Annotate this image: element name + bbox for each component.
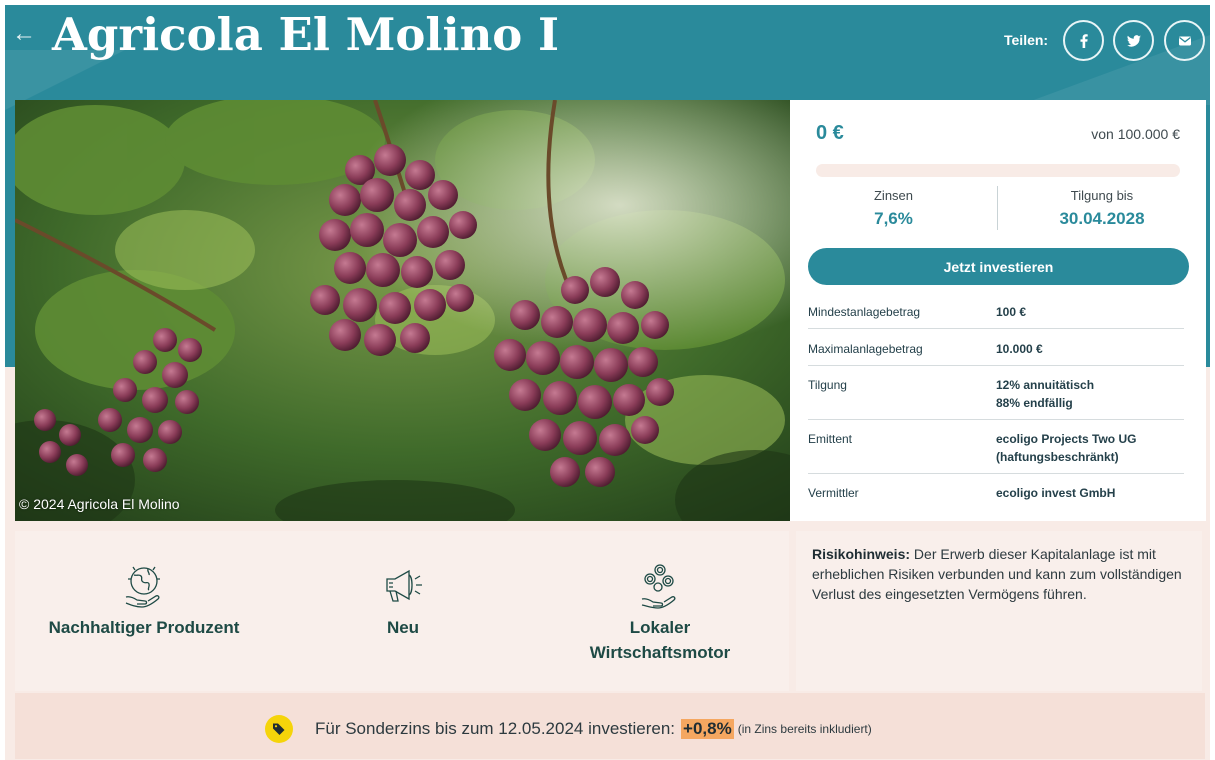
detail-value-line: ecoligo Projects Two UG (996, 432, 1137, 446)
page-title: Agricola El Molino I (52, 8, 560, 61)
detail-key: Tilgung (808, 378, 847, 392)
interest-value: 7,6% (874, 209, 913, 228)
globe-hands-icon (125, 566, 160, 608)
funding-goal: von 100.000 € (1091, 126, 1180, 142)
twitter-share-button[interactable] (1113, 20, 1154, 61)
image-copyright: © 2024 Agricola El Molino (19, 496, 180, 512)
detail-value: ecoligo Projects Two UG (haftungsbeschrä… (996, 430, 1136, 466)
mail-icon (1178, 36, 1191, 45)
facebook-share-button[interactable] (1063, 20, 1104, 61)
project-features: Nachhaltiger Produzent Neu Lokaler Wirts… (15, 531, 789, 691)
promo-bonus: +0,8% (681, 719, 734, 739)
repayment-label: Tilgung bis (1070, 188, 1134, 203)
coins-hand-icon (641, 564, 676, 609)
detail-row: Tilgung 12% annuitätisch 88% endfällig (808, 366, 1184, 420)
detail-key: Vermittler (808, 486, 859, 500)
detail-value: 100 € (996, 305, 1027, 319)
hero-image: © 2024 Agricola El Molino (15, 100, 790, 521)
detail-row: Maximalanlagebetrag 10.000 € (808, 329, 1184, 366)
back-arrow-icon[interactable]: ← (12, 22, 36, 46)
detail-value-line: 12% annuitätisch (996, 378, 1095, 392)
investment-details: Mindestanlagebetrag 100 € Maximalanlageb… (808, 300, 1184, 509)
feature-local-economy: Lokaler Wirtschaftsmotor (555, 561, 765, 665)
email-share-button[interactable] (1164, 20, 1205, 61)
detail-value-line: (haftungsbeschränkt) (996, 450, 1119, 464)
stat-divider (997, 186, 998, 230)
invest-now-button[interactable]: Jetzt investieren (808, 248, 1189, 285)
feature-label: Neu (386, 618, 420, 637)
tag-icon (265, 715, 293, 743)
promo-banner: Für Sonderzins bis zum 12.05.2024 invest… (15, 693, 1205, 759)
detail-key: Maximalanlagebetrag (808, 342, 923, 356)
feature-new: Neu (333, 561, 473, 640)
repayment-value: 30.04.2028 (1059, 209, 1145, 228)
risk-title: Risikohinweis: (812, 546, 911, 562)
interest-stat: Zinsen 7,6% (816, 188, 971, 230)
feature-label: Lokaler Wirtschaftsmotor (555, 615, 765, 665)
feature-label: Nachhaltiger Produzent (48, 618, 240, 637)
detail-row: Emittent ecoligo Projects Two UG (haftun… (808, 420, 1184, 474)
promo-content: Für Sonderzins bis zum 12.05.2024 invest… (265, 715, 872, 743)
detail-key: Mindestanlagebetrag (808, 305, 921, 319)
detail-row: Mindestanlagebetrag 100 € (808, 300, 1184, 329)
share-label: Teilen: (1004, 32, 1049, 48)
promo-note: (in Zins bereits inkludiert) (737, 722, 872, 736)
detail-value: 12% annuitätisch 88% endfällig (996, 376, 1094, 412)
detail-value: ecoligo invest GmbH (996, 486, 1116, 500)
investment-card: 0 € von 100.000 € Zinsen 7,6% Tilgung bi… (790, 100, 1206, 521)
project-page: ← Agricola El Molino I Teilen: © 2024 Ag… (0, 0, 1215, 760)
promo-text: Für Sonderzins bis zum 12.05.2024 invest… (315, 719, 676, 738)
grapes-photo (15, 100, 790, 521)
feature-label-line: Wirtschaftsmotor (589, 643, 731, 662)
funding-progress-bar (816, 164, 1180, 177)
megaphone-icon (386, 569, 422, 602)
tag-glyph (273, 723, 285, 735)
risk-notice: Risikohinweis: Der Erwerb dieser Kapital… (796, 531, 1202, 691)
detail-key: Emittent (808, 432, 853, 446)
feature-label-line: Lokaler (629, 618, 691, 637)
detail-value: 10.000 € (996, 342, 1043, 356)
interest-label: Zinsen (873, 188, 914, 203)
twitter-icon (1126, 34, 1141, 47)
facebook-icon (1080, 33, 1088, 48)
detail-value-line: 88% endfällig (996, 396, 1073, 410)
repayment-stat: Tilgung bis 30.04.2028 (1022, 188, 1182, 230)
detail-row: Vermittler ecoligo invest GmbH (808, 474, 1184, 509)
feature-sustainable: Nachhaltiger Produzent (29, 561, 259, 640)
funded-amount: 0 € (816, 122, 844, 144)
